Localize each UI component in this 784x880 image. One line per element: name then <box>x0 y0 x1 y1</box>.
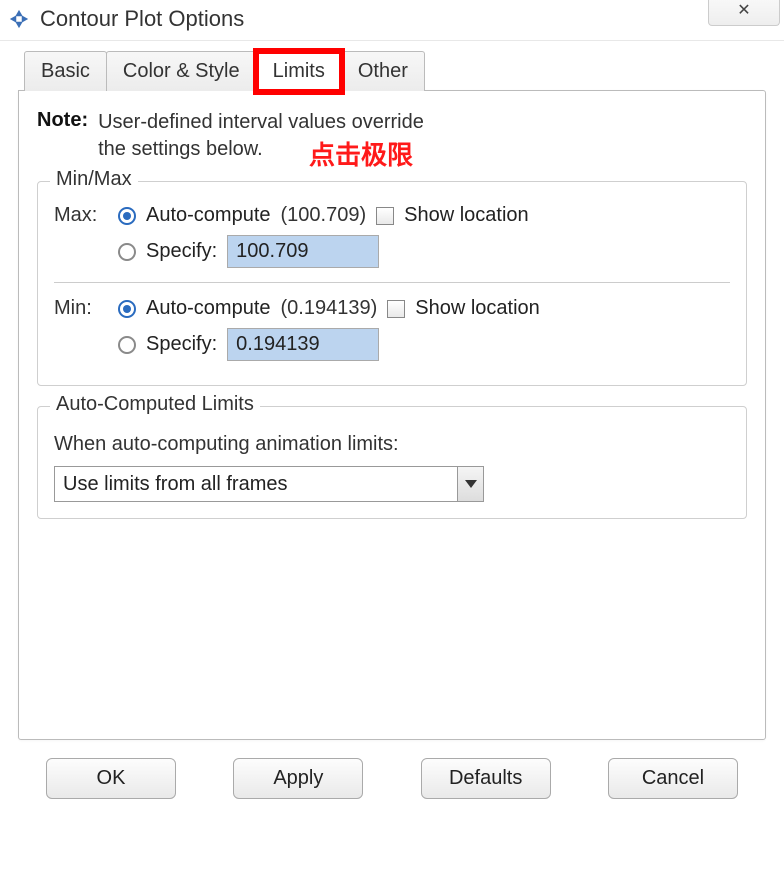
tab-label: Other <box>358 60 408 82</box>
specify-label: Specify: <box>146 333 217 356</box>
button-label: Defaults <box>449 767 522 789</box>
cancel-button[interactable]: Cancel <box>608 758 738 799</box>
max-autocompute-radio[interactable] <box>118 207 136 225</box>
note-label: Note: <box>37 109 88 163</box>
max-specify-radio[interactable] <box>118 243 136 261</box>
animation-limits-select[interactable]: Use limits from all frames <box>54 466 484 502</box>
group-autocomputed-limits: Auto-Computed Limits When auto-computing… <box>37 406 747 519</box>
autocompute-label: Auto-compute <box>146 204 271 227</box>
tab-label: Limits <box>273 60 325 82</box>
close-icon: ✕ <box>737 0 750 20</box>
min-label: Min: <box>54 297 108 320</box>
note-text-line: the settings below. <box>98 138 263 160</box>
show-location-label: Show location <box>415 297 540 320</box>
divider <box>54 282 730 283</box>
min-specify-radio[interactable] <box>118 336 136 354</box>
max-auto-value: (100.709) <box>281 204 367 227</box>
dialog-window: Contour Plot Options ✕ Basic Color & Sty… <box>0 0 784 880</box>
defaults-button[interactable]: Defaults <box>421 758 551 799</box>
autocompute-prompt: When auto-computing animation limits: <box>54 433 730 456</box>
max-show-location-checkbox[interactable] <box>376 207 394 225</box>
dialog-content: Basic Color & Style Limits Other Note: U… <box>0 41 784 813</box>
note-row: Note: User-defined interval values overr… <box>37 109 747 163</box>
close-button[interactable]: ✕ <box>708 0 780 26</box>
min-autocompute-row: Min: Auto-compute (0.194139) Show locati… <box>54 297 730 320</box>
tab-other[interactable]: Other <box>341 51 425 91</box>
annotation-overlay: 点击极限 <box>309 135 413 172</box>
tab-label: Basic <box>41 60 90 82</box>
app-icon <box>8 8 30 30</box>
min-auto-value: (0.194139) <box>281 297 378 320</box>
ok-button[interactable]: OK <box>46 758 176 799</box>
group-legend: Min/Max <box>50 168 138 191</box>
tabstrip: Basic Color & Style Limits Other <box>24 51 766 91</box>
button-label: Cancel <box>642 767 704 789</box>
tab-basic[interactable]: Basic <box>24 51 107 91</box>
max-autocompute-row: Max: Auto-compute (100.709) Show locatio… <box>54 204 730 227</box>
autocompute-label: Auto-compute <box>146 297 271 320</box>
tab-color-style[interactable]: Color & Style <box>106 51 257 91</box>
min-specify-input[interactable] <box>227 328 379 361</box>
min-show-location-checkbox[interactable] <box>387 300 405 318</box>
tab-label: Color & Style <box>123 60 240 82</box>
max-label: Max: <box>54 204 108 227</box>
min-autocompute-radio[interactable] <box>118 300 136 318</box>
max-specify-row: Specify: <box>54 235 730 268</box>
chevron-down-icon <box>457 467 483 501</box>
tab-limits[interactable]: Limits <box>256 51 342 91</box>
button-label: OK <box>97 767 126 789</box>
min-specify-row: Specify: <box>54 328 730 361</box>
tab-panel-limits: Note: User-defined interval values overr… <box>18 90 766 740</box>
show-location-label: Show location <box>404 204 529 227</box>
group-min-max: Min/Max Max: Auto-compute (100.709) Show… <box>37 181 747 386</box>
group-legend: Auto-Computed Limits <box>50 393 260 416</box>
button-row: OK Apply Defaults Cancel <box>18 758 766 799</box>
max-specify-input[interactable] <box>227 235 379 268</box>
titlebar: Contour Plot Options ✕ <box>0 0 784 41</box>
apply-button[interactable]: Apply <box>233 758 363 799</box>
note-text-line: User-defined interval values override <box>98 111 424 133</box>
dialog-title: Contour Plot Options <box>40 6 244 32</box>
button-label: Apply <box>273 767 323 789</box>
specify-label: Specify: <box>146 240 217 263</box>
select-value: Use limits from all frames <box>55 467 457 501</box>
